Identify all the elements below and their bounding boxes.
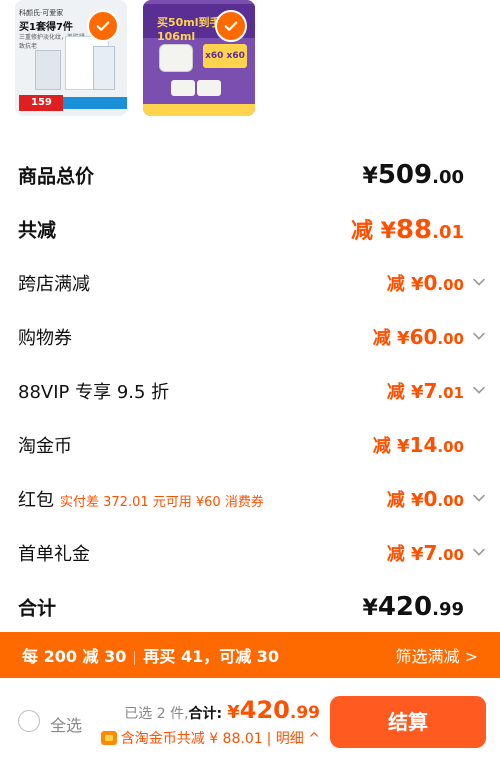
chevron-down-icon[interactable]	[472, 491, 486, 505]
product-title-text: 买1套得7件	[19, 22, 73, 33]
red-packet-note: 实付差 372.01 元可用 ¥60 消费券	[60, 495, 264, 510]
product-thumbnail-1[interactable]: 科颜氏·可爱家 买1套得7件 三重修护淡化纹，养肤紧致抗老 159	[15, 0, 127, 116]
promo-text: 每 200 减 30 再买 41，可减 30	[22, 643, 279, 667]
promo-rule-text: 每 200 减 30	[22, 647, 127, 666]
value-dec: .00	[437, 546, 464, 564]
row-total-discount: 共减 减 ¥88.01	[0, 202, 500, 256]
select-all-radio[interactable]	[18, 710, 40, 732]
value-int: 420	[377, 592, 433, 622]
value-int: 88	[395, 215, 433, 245]
row-label: 商品总价	[18, 165, 95, 188]
checkmark-icon[interactable]	[215, 10, 247, 42]
product-price-tag: 159	[19, 95, 63, 111]
row-label: 首单礼金	[18, 544, 90, 565]
value-int: 0	[423, 487, 438, 511]
detail-toggle[interactable]: | 明细 ^	[267, 728, 320, 748]
total-dec: .99	[289, 703, 320, 723]
order-summary: 已选 2 件,合计: ¥420.99	[124, 696, 320, 724]
value-prefix: 减 ¥	[386, 274, 424, 295]
product-quantity-tag: x60 x60	[203, 44, 247, 68]
row-label: 红包 实付差 372.01 元可用 ¥60 消费券	[18, 486, 264, 512]
value-int: 60	[409, 325, 438, 349]
selected-products: 科颜氏·可爱家 买1套得7件 三重修护淡化纹，养肤紧致抗老 159 买50ml到…	[15, 0, 255, 118]
selected-count: 已选 2 件,	[124, 706, 189, 722]
row-label: 跨店满减	[18, 274, 90, 295]
row-value: ¥509.00	[363, 160, 464, 190]
row-value: 减 ¥0.00	[387, 486, 464, 512]
row-value: 减 ¥60.00	[373, 324, 464, 350]
value-dec: .00	[437, 438, 464, 456]
product-thumbnail-2[interactable]: 买50ml到手106ml x60 x60	[143, 0, 255, 116]
value-dec: .00	[432, 167, 464, 188]
chevron-down-icon[interactable]	[472, 545, 486, 559]
row-label: 购物券	[18, 328, 72, 349]
row-shopping-coupon[interactable]: 购物券 减 ¥60.00	[0, 310, 500, 364]
value-dec: .99	[432, 599, 464, 620]
select-all-label[interactable]: 全选	[50, 712, 82, 736]
row-red-packet[interactable]: 红包 实付差 372.01 元可用 ¥60 消费券 减 ¥0.00	[0, 472, 500, 526]
chevron-down-icon[interactable]	[472, 383, 486, 397]
row-taobao-coins: 淘金币 减 ¥14.00	[0, 418, 500, 472]
value-prefix: 减 ¥	[386, 382, 424, 403]
product-bottle-image	[35, 50, 61, 90]
value-prefix: 减 ¥	[372, 436, 410, 457]
value-prefix: 减 ¥	[386, 544, 424, 565]
row-value: 减 ¥7.01	[387, 378, 464, 404]
promo-bar: 每 200 减 30 再买 41，可减 30 筛选满减 >	[0, 632, 500, 678]
value-dec: .01	[437, 384, 464, 402]
coin-icon	[100, 731, 117, 745]
row-first-order-gift[interactable]: 首单礼金 减 ¥7.00	[0, 526, 500, 580]
product-jar-image	[159, 44, 193, 72]
row-label-text: 红包	[18, 490, 54, 511]
product-sample-image	[171, 80, 195, 96]
row-label: 淘金币	[18, 436, 72, 457]
promo-hint-text: 再买 41，可减 30	[143, 647, 280, 666]
value-dec: .00	[437, 492, 464, 510]
price-breakdown: 商品总价 ¥509.00 共减 减 ¥88.01 跨店满减 减 ¥0.00 购物…	[0, 148, 500, 634]
row-cross-store-discount[interactable]: 跨店满减 减 ¥0.00	[0, 256, 500, 310]
row-88vip-discount[interactable]: 88VIP 专享 9.5 折 减 ¥7.01	[0, 364, 500, 418]
total-amount: ¥420.99	[227, 696, 320, 724]
total-label: 合计:	[188, 706, 223, 722]
discount-detail-link[interactable]: 含淘金币共减 ¥ 88.01 | 明细 ^	[100, 728, 320, 748]
row-total-price: 商品总价 ¥509.00	[0, 148, 500, 202]
value-int: 7	[423, 541, 438, 565]
row-label: 共减	[18, 219, 57, 242]
chevron-down-icon[interactable]	[472, 275, 486, 289]
checkout-button[interactable]: 结算	[330, 696, 486, 748]
checkmark-icon[interactable]	[87, 10, 119, 42]
row-value: 减 ¥0.00	[387, 270, 464, 296]
row-value: 减 ¥14.00	[373, 432, 464, 458]
product-sample-image	[197, 80, 221, 96]
value-prefix: 减 ¥	[386, 490, 424, 511]
total-int: 420	[239, 696, 290, 724]
value-dec: .01	[432, 222, 464, 243]
value-prefix: 减 ¥	[372, 328, 410, 349]
product-tube-image	[93, 46, 115, 90]
checkout-bar: 全选 已选 2 件,合计: ¥420.99 含淘金币共减 ¥ 88.01 | 明…	[0, 678, 500, 764]
value-dec: .00	[437, 276, 464, 294]
value-int: 509	[377, 160, 433, 190]
value-int: 7	[423, 379, 438, 403]
value-prefix: ¥	[362, 596, 378, 621]
product-banner-bar	[63, 97, 127, 109]
row-grand-total: 合计 ¥420.99	[0, 580, 500, 634]
value-prefix: 减 ¥	[350, 219, 396, 244]
value-int: 14	[409, 433, 438, 457]
value-int: 0	[423, 271, 438, 295]
row-label: 合计	[18, 597, 57, 620]
total-currency: ¥	[227, 702, 240, 723]
filter-discount-link[interactable]: 筛选满减 >	[396, 643, 479, 667]
row-value: ¥420.99	[363, 592, 464, 622]
row-value: 减 ¥7.00	[387, 540, 464, 566]
chevron-down-icon[interactable]	[472, 329, 486, 343]
row-label: 88VIP 专享 9.5 折	[18, 382, 170, 403]
discount-text: 含淘金币共减 ¥ 88.01	[120, 731, 263, 747]
product-brand-text: 科颜氏·可爱家	[19, 9, 64, 17]
divider	[134, 650, 136, 665]
row-value: 减 ¥88.01	[351, 213, 464, 245]
value-prefix: ¥	[362, 164, 378, 189]
value-dec: .00	[437, 330, 464, 348]
product-banner-bar	[143, 104, 255, 116]
